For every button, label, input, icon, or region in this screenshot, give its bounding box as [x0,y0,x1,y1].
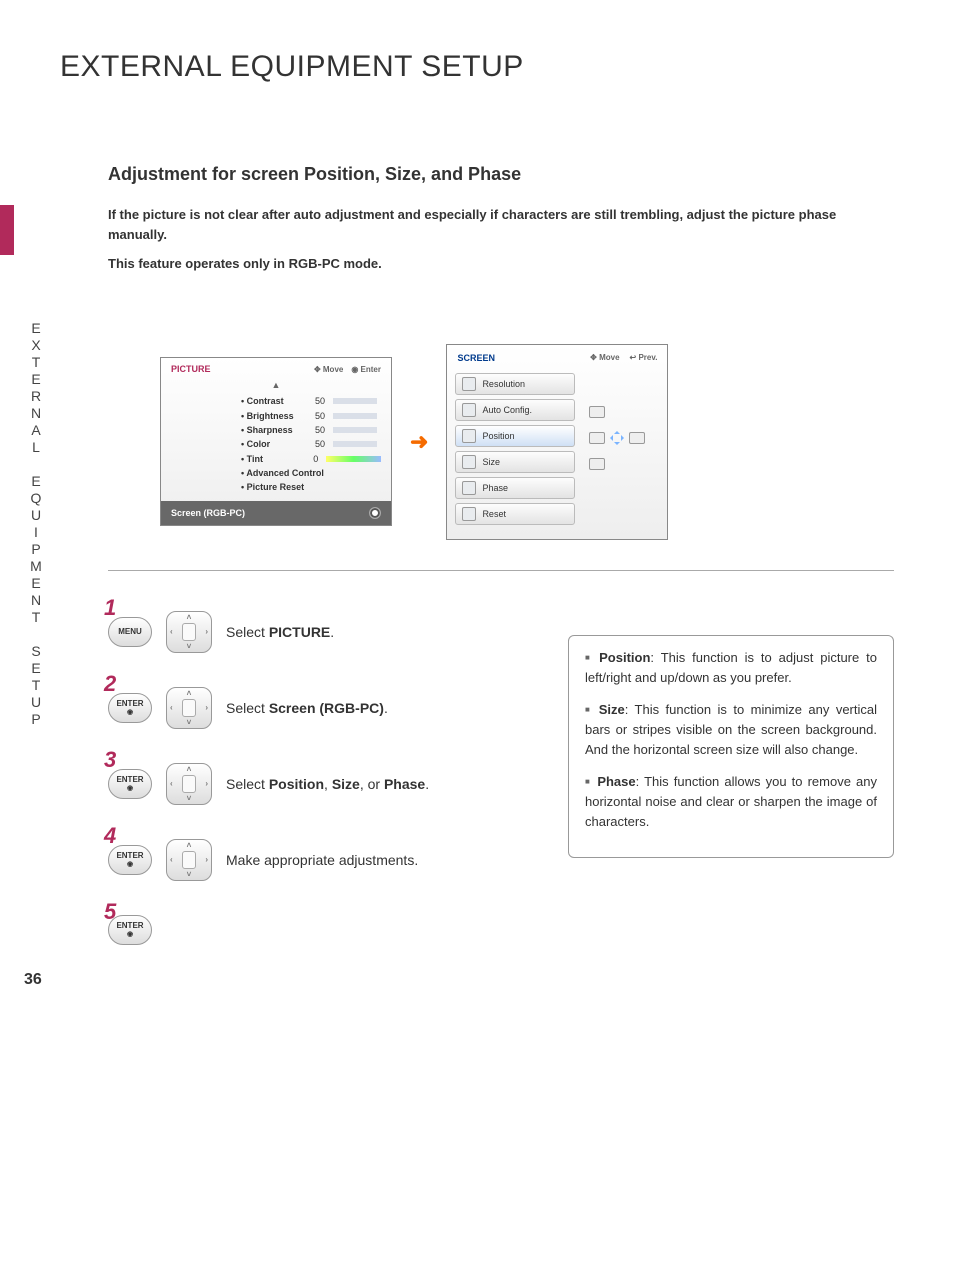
step-2: 2 ENTER◉ ˄˅‹› Select Screen (RGB-PC). [108,687,528,729]
intro-1: If the picture is not clear after auto a… [60,205,894,244]
divider [108,570,894,571]
screen-item-autoconfig: Auto Config. [455,399,575,421]
intro-2: This feature operates only in RGB-PC mod… [60,254,894,274]
row-tint: • Tint [241,452,298,466]
row-brightness: • Brightness [241,409,303,423]
screen-hint-move: Move [599,353,619,362]
info-box: Position: This function is to adjust pic… [568,635,894,858]
info-size: Size: This function is to minimize any v… [585,700,877,760]
enter-button[interactable]: ENTER◉ [108,769,152,799]
row-reset: • Picture Reset [241,480,304,494]
nav-button[interactable]: ˄˅‹› [166,763,212,805]
nav-button[interactable]: ˄˅‹› [166,839,212,881]
screen-hint-prev: Prev. [638,353,657,362]
enter-button[interactable]: ENTER◉ [108,693,152,723]
screen-item-size: Size [455,451,575,473]
row-color: • Color [241,437,303,451]
side-tab [0,205,14,255]
step-2-text: Select Screen (RGB-PC). [226,700,388,716]
arrow-right-icon: ➜ [410,429,428,455]
picture-hint-enter: Enter [361,365,381,374]
step-1-text: Select PICTURE. [226,624,334,640]
screen-item-phase: Phase [455,477,575,499]
picture-hint-move: Move [323,365,343,374]
autoconfig-preview-icon [589,406,605,418]
step-1: 1 MENU ˄ ˅ ‹ › Select PICTURE. [108,611,528,653]
screen-osd-title: SCREEN [457,353,495,363]
menu-button[interactable]: MENU [108,617,152,647]
subtitle: Adjustment for screen Position, Size, an… [60,164,894,185]
step-5: 5 ENTER◉ [108,915,528,945]
step-5-number: 5 [104,899,116,925]
step-4: 4 ENTER◉ ˄˅‹› Make appropriate adjustmen… [108,839,528,881]
step-4-text: Make appropriate adjustments. [226,852,418,868]
screen-item-position: Position [455,425,575,447]
info-position: Position: This function is to adjust pic… [585,648,877,688]
step-1-number: 1 [104,595,116,621]
enter-dot-icon [369,507,381,519]
page-number: 36 [24,971,42,989]
step-3: 3 ENTER◉ ˄˅‹› Select Position, Size, or … [108,763,528,805]
screen-item-reset: Reset [455,503,575,525]
nav-button[interactable]: ˄ ˅ ‹ › [166,611,212,653]
step-3-text: Select Position, Size, or Phase. [226,776,429,792]
row-sharpness: • Sharpness [241,423,303,437]
osd-panels: PICTURE ✥ Move ◉ Enter ▲ • Contrast50 • … [160,344,894,540]
step-4-number: 4 [104,823,116,849]
side-label: EXTERNAL EQUIPMENT SETUP [28,320,44,728]
row-advanced: • Advanced Control [241,466,324,480]
scroll-up-icon: ▲ [161,380,391,390]
enter-button[interactable]: ENTER◉ [108,845,152,875]
nav-left-icon: ‹ [170,627,173,636]
picture-osd-panel: PICTURE ✥ Move ◉ Enter ▲ • Contrast50 • … [160,357,392,526]
nav-up-icon: ˄ [187,613,192,622]
step-3-number: 3 [104,747,116,773]
position-box-left-icon [589,432,605,444]
nav-button[interactable]: ˄˅‹› [166,687,212,729]
position-box-right-icon [629,432,645,444]
step-2-number: 2 [104,671,116,697]
size-preview-icon [589,458,605,470]
picture-footer: Screen (RGB-PC) [171,508,245,518]
position-dpad-icon [609,430,625,446]
picture-osd-title: PICTURE [171,364,211,374]
screen-osd-panel: SCREEN ✥ Move ↩ Prev. Resolution Auto Co… [446,344,668,540]
page-title: EXTERNAL EQUIPMENT SETUP [60,50,894,84]
info-phase: Phase: This function allows you to remov… [585,772,877,832]
nav-down-icon: ˅ [187,642,192,651]
screen-item-resolution: Resolution [455,373,575,395]
row-contrast: • Contrast [241,394,303,408]
nav-right-icon: › [205,627,208,636]
